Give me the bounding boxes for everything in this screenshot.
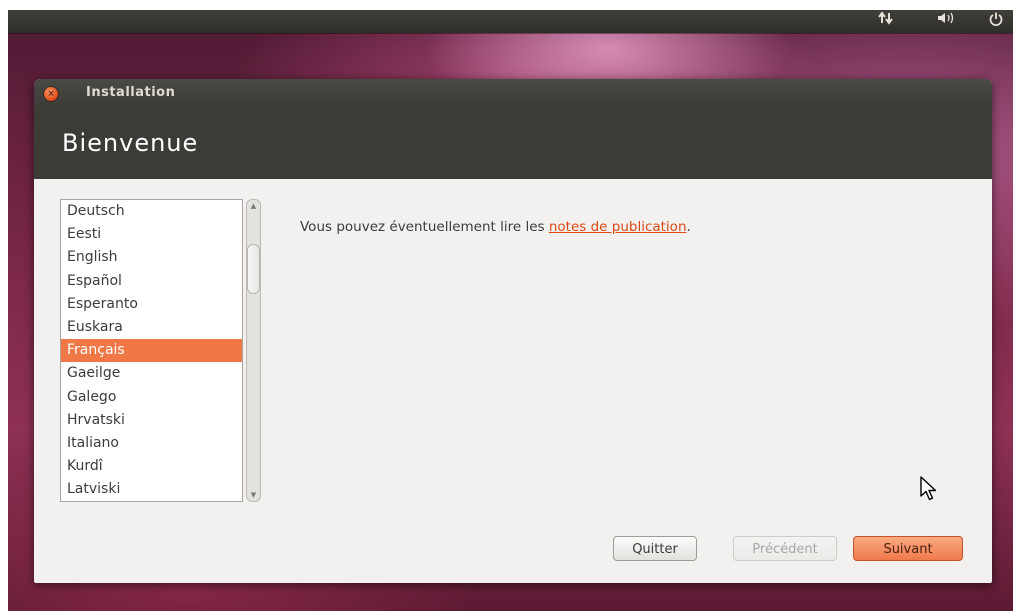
release-notes-link[interactable]: notes de publication bbox=[549, 219, 687, 235]
scroll-up-icon[interactable]: ▲ bbox=[247, 200, 260, 212]
language-item[interactable]: Gaeilge bbox=[61, 362, 242, 385]
window-title: Installation bbox=[86, 85, 176, 100]
close-icon[interactable]: × bbox=[44, 87, 58, 101]
power-icon[interactable] bbox=[986, 11, 1006, 32]
language-item[interactable]: Deutsch bbox=[61, 200, 242, 223]
installer-window: × Installation Bienvenue Deutsch Eesti Eng… bbox=[34, 79, 992, 583]
volume-icon[interactable] bbox=[934, 11, 958, 32]
language-list-scrollbar[interactable]: ▲ ▼ bbox=[246, 199, 261, 502]
content-area: Deutsch Eesti English Español Esperanto Euska… bbox=[36, 179, 990, 581]
release-notes-text: Vous pouvez éventuellement lire les note… bbox=[300, 219, 691, 235]
language-item[interactable]: Euskara bbox=[61, 316, 242, 339]
language-item[interactable]: Italiano bbox=[61, 432, 242, 455]
previous-button[interactable]: Précédent bbox=[733, 536, 837, 561]
language-item[interactable]: Esperanto bbox=[61, 293, 242, 316]
page-title: Bienvenue bbox=[62, 129, 199, 157]
language-item[interactable]: Kurdî bbox=[61, 455, 242, 478]
language-item[interactable]: Français bbox=[61, 339, 242, 363]
top-panel bbox=[8, 10, 1013, 33]
page-header: Bienvenue bbox=[34, 109, 992, 179]
language-item[interactable]: Galego bbox=[61, 386, 242, 409]
language-item[interactable]: Español bbox=[61, 270, 242, 293]
window-titlebar[interactable]: × Installation bbox=[34, 79, 992, 109]
language-item[interactable]: Eesti bbox=[61, 223, 242, 246]
scrollbar-thumb[interactable] bbox=[247, 244, 260, 294]
network-arrows-icon[interactable] bbox=[875, 11, 897, 32]
desktop: × Installation Bienvenue Deutsch Eesti Eng… bbox=[8, 10, 1013, 611]
quit-button[interactable]: Quitter bbox=[613, 536, 697, 561]
next-button[interactable]: Suivant bbox=[853, 536, 963, 561]
mouse-cursor-icon bbox=[920, 476, 937, 501]
language-item[interactable]: Hrvatski bbox=[61, 409, 242, 432]
language-item[interactable]: Latviski bbox=[61, 478, 242, 501]
release-notes-prefix: Vous pouvez éventuellement lire les bbox=[300, 219, 549, 235]
language-item[interactable]: English bbox=[61, 246, 242, 269]
language-list[interactable]: Deutsch Eesti English Español Esperanto Euska… bbox=[60, 199, 243, 502]
release-notes-suffix: . bbox=[686, 219, 691, 235]
scroll-down-icon[interactable]: ▼ bbox=[247, 489, 260, 501]
